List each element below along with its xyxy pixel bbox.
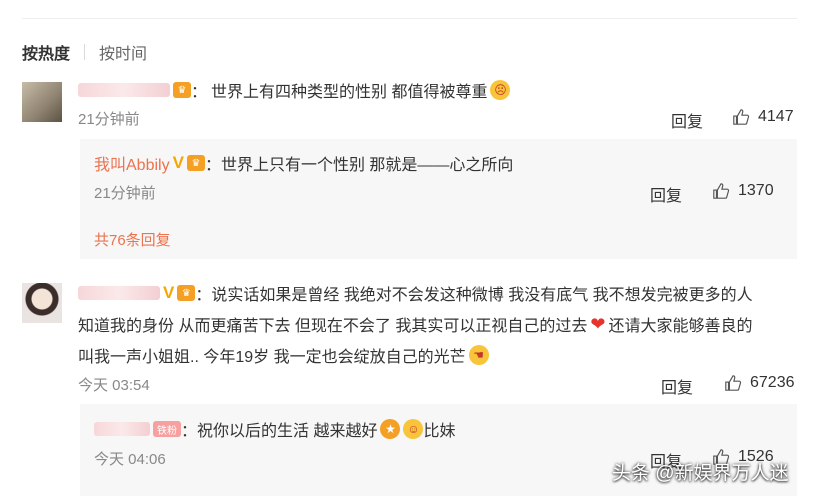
comment-text-line: V ♛ ：说实话如果是曾经 我绝对不会发这种微博 我没有底气 我不想发完被更多的… bbox=[78, 281, 753, 305]
thumbs-up-icon bbox=[733, 109, 750, 125]
v-badge-icon: V bbox=[163, 283, 175, 302]
top-divider bbox=[22, 18, 797, 19]
reply-text-line: 铁粉 ：祝你以后的生活 越来越好 ★ ☺ 比妹 bbox=[94, 417, 455, 441]
comment-text-line: 叫我一声小姐姐.. 今年19岁 我一定也会绽放自己的光芒 ☚ bbox=[78, 343, 489, 367]
sort-by-time-tab[interactable]: 按时间 bbox=[99, 40, 147, 64]
comment-time: 今天 03:54 bbox=[78, 377, 150, 394]
crown-badge-icon: ♛ bbox=[173, 82, 191, 98]
reply-text: ：祝你以后的生活 越来越好 bbox=[181, 423, 378, 440]
reply-time: 21分钟前 bbox=[94, 185, 156, 202]
reply-text-line: 我叫Abbily V ♛ ：世界上只有一个性别 那就是——心之所向 bbox=[94, 151, 513, 175]
like-count: 67236 bbox=[750, 374, 795, 391]
v-badge-icon: V bbox=[172, 153, 184, 172]
comment-text: 世界上有四种类型的性别 都值得被尊重 bbox=[211, 84, 488, 101]
crown-badge-icon: ♛ bbox=[177, 285, 196, 301]
thumbs-up-icon bbox=[725, 375, 742, 391]
surprised-emoji-icon: ☹ bbox=[490, 80, 511, 100]
colon: ： bbox=[191, 84, 208, 101]
fan-badge: 铁粉 bbox=[153, 421, 181, 437]
sort-divider bbox=[84, 44, 86, 60]
reply-button[interactable]: 回复 bbox=[661, 374, 693, 398]
sort-by-hot-tab[interactable]: 按热度 bbox=[22, 40, 70, 64]
avatar[interactable] bbox=[22, 82, 62, 122]
comment-text-line: 知道我的身份 从而更痛苦下去 但现在不会了 我其实可以正视自己的过去 ❤ 还请大… bbox=[78, 312, 752, 336]
reply-button[interactable]: 回复 bbox=[650, 182, 682, 206]
reply-text: ：世界上只有一个性别 那就是——心之所向 bbox=[204, 157, 514, 174]
praise-emoji-icon: ★ bbox=[380, 419, 401, 439]
kiss-emoji-icon: ☺ bbox=[403, 419, 424, 439]
like-count: 1370 bbox=[738, 182, 774, 199]
username-redacted[interactable] bbox=[78, 83, 170, 97]
like-button[interactable]: 67236 bbox=[724, 374, 795, 392]
like-button[interactable]: 4147 bbox=[732, 108, 794, 126]
reply-button[interactable]: 回复 bbox=[671, 108, 703, 132]
comment-time: 21分钟前 bbox=[78, 111, 140, 128]
watermark: 头条 @新娱界万人迷 bbox=[612, 463, 789, 484]
comment-text-line: ♛ ： 世界上有四种类型的性别 都值得被尊重 ☹ bbox=[78, 78, 511, 102]
crown-badge-icon: ♛ bbox=[186, 155, 205, 171]
reply-text: 比妹 bbox=[423, 423, 456, 440]
comment-text: 知道我的身份 从而更痛苦下去 但现在不会了 我其实可以正视自己的过去 bbox=[78, 318, 588, 335]
thumbs-up-icon bbox=[713, 183, 730, 199]
like-count: 4147 bbox=[758, 108, 794, 125]
hand-emoji-icon: ☚ bbox=[468, 345, 489, 365]
reply-time: 今天 04:06 bbox=[94, 451, 166, 468]
sort-tabs: 按热度 按时间 bbox=[22, 40, 147, 64]
heart-icon: ❤ bbox=[590, 313, 606, 334]
more-replies-link[interactable]: 共76条回复 bbox=[94, 229, 171, 250]
comment-text: 叫我一声小姐姐.. 今年19岁 我一定也会绽放自己的光芒 bbox=[78, 349, 466, 366]
comment-text: 还请大家能够善良的 bbox=[608, 318, 753, 335]
comment-text: ：说实话如果是曾经 我绝对不会发这种微博 我没有底气 我不想发完被更多的人 bbox=[195, 287, 753, 304]
avatar[interactable] bbox=[22, 283, 62, 323]
like-button[interactable]: 1370 bbox=[712, 182, 774, 200]
reply-username[interactable]: 我叫Abbily bbox=[94, 151, 170, 175]
username-redacted[interactable] bbox=[78, 286, 160, 300]
username-redacted[interactable] bbox=[94, 422, 150, 436]
